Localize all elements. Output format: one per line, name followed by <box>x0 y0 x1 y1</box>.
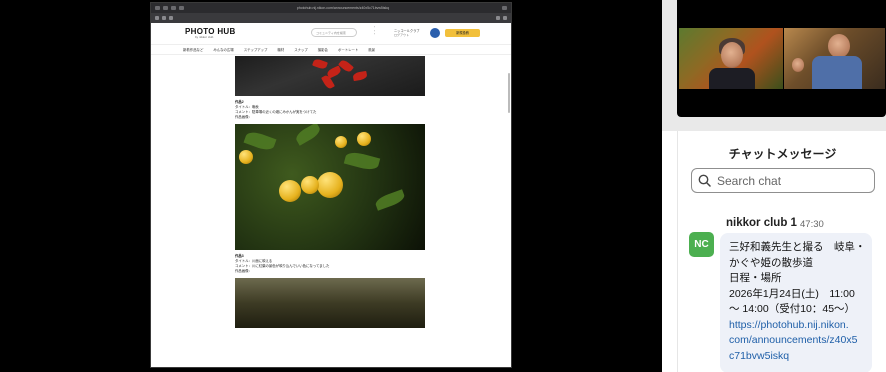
photo-detail <box>239 150 253 164</box>
photo-detail <box>243 129 277 153</box>
browser-toolbar <box>151 13 511 23</box>
site-search-input: コミュニティ内を検索 <box>311 28 357 37</box>
tab-icon <box>179 6 184 10</box>
photo-detail <box>812 56 862 89</box>
meeting-sidebar: チャットメッセージ NC nikkor club 1 47:30 三好和義先生と… <box>662 0 886 372</box>
site-logo-sub: by nikkor club <box>195 35 214 39</box>
photo-detail <box>373 189 407 211</box>
photo-citrus <box>235 124 425 250</box>
menu-icon <box>503 16 507 20</box>
entry-2: 作品2 タイトル：晩秋 コメント：駐車場の近くの畑にみかんが実をつけてた 作品画… <box>235 96 425 124</box>
site-user-sub: ログアウト <box>394 33 410 37</box>
search-icon <box>698 174 711 187</box>
photo-detail <box>352 70 368 82</box>
browser-url: photohub.nij.nikon.com/announcements/z40… <box>296 6 390 10</box>
photo-detail <box>317 172 343 198</box>
browser-tab-bar: photohub.nij.nikon.com/announcements/z40… <box>151 3 511 13</box>
photo-detail <box>357 132 371 146</box>
forward-icon <box>162 16 166 20</box>
message-link[interactable]: https://photohub.nij.nikon. <box>729 318 863 334</box>
photo-detail <box>343 149 381 173</box>
photo-detail <box>293 124 323 146</box>
entry-line: 作品画像： <box>235 115 252 119</box>
site-nav-item: スナップ <box>294 48 308 52</box>
photo-forest <box>235 278 425 328</box>
video-tile-participant-2[interactable] <box>784 28 885 89</box>
site-post-button: 新規投稿 <box>445 29 480 37</box>
site-nav-item: 新着作品など <box>183 48 204 52</box>
avatar: NC <box>689 232 714 257</box>
entry-line: 作品画像： <box>235 269 252 273</box>
site-nav-item: ポートレート <box>337 48 359 52</box>
shared-browser-window: photohub.nij.nikon.com/announcements/z40… <box>150 2 512 368</box>
screen-share-area: photohub.nij.nikon.com/announcements/z40… <box>0 0 662 372</box>
entry-3: 作品3 タイトル：川面に映える コメント：川に紅葉の景色が映り込んでいい色になっ… <box>235 250 425 278</box>
tab-icon <box>155 6 160 10</box>
message-line: ～ 14:00（受付10：45～） <box>729 303 856 315</box>
video-tile-participant-1[interactable] <box>679 28 783 89</box>
tab-icon <box>163 6 168 10</box>
site-nav-item: 機材 <box>277 48 285 52</box>
photo-detail <box>709 68 755 89</box>
message-link[interactable]: com/announcements/z40x5 <box>729 333 863 349</box>
page-scrollbar <box>508 73 510 113</box>
message-line: 2026年1月24日(土) 11:00 <box>729 287 855 300</box>
header-links: ・・・ <box>373 25 377 37</box>
chat-title: チャットメッセージ <box>728 147 837 161</box>
site-user-avatar <box>430 28 440 38</box>
extension-icon <box>496 16 500 20</box>
message-bubble: 三好和義先生と撮る 岐阜・ かぐや姫の散歩道 日程・場所 2026年1月24日(… <box>720 233 872 372</box>
tab-icon <box>502 6 507 10</box>
tab-icon <box>171 6 176 10</box>
photo-detail <box>828 34 850 58</box>
photo-detail <box>335 136 347 148</box>
site-nav: 新着作品など みんなの広場 ステップアップ 機材 スナップ 撮影会 ポートレート… <box>151 45 511 55</box>
photo-detail <box>721 42 743 68</box>
photo-detail <box>792 58 804 72</box>
photo-detail <box>312 57 328 71</box>
chat-panel: チャットメッセージ NC nikkor club 1 47:30 三好和義先生と… <box>677 131 886 372</box>
message-sender: nikkor club 1 <box>726 217 797 229</box>
message-line: 日程・場所 <box>729 272 782 284</box>
site-nav-item: ステップアップ <box>243 48 268 52</box>
site-nav-item: 撮影会 <box>317 48 328 52</box>
reload-icon <box>169 16 173 20</box>
message-line: かぐや姫の散歩道 <box>729 256 813 269</box>
photo-detail <box>301 176 319 194</box>
site-nav-item: みんなの広場 <box>213 48 234 52</box>
chat-search-input[interactable] <box>717 173 867 188</box>
chat-search-box[interactable] <box>691 168 875 193</box>
message-link[interactable]: c71bvw5iskq <box>729 349 863 365</box>
photo-detail <box>279 180 301 202</box>
photo-maple <box>235 56 425 96</box>
message-line: 三好和義先生と撮る 岐阜・ <box>729 241 866 253</box>
site-header: PHOTO HUB by nikkor club コミュニティ内を検索 ・・・ … <box>151 23 511 45</box>
meeting-window: photohub.nij.nikon.com/announcements/z40… <box>0 0 886 372</box>
site-nav-item: 風景 <box>368 48 376 52</box>
video-panel <box>677 0 886 117</box>
announcement-content: 作品2 タイトル：晩秋 コメント：駐車場の近くの畑にみかんが実をつけてた 作品画… <box>235 56 425 328</box>
back-icon <box>155 16 159 20</box>
message-time: 47:30 <box>800 219 824 230</box>
